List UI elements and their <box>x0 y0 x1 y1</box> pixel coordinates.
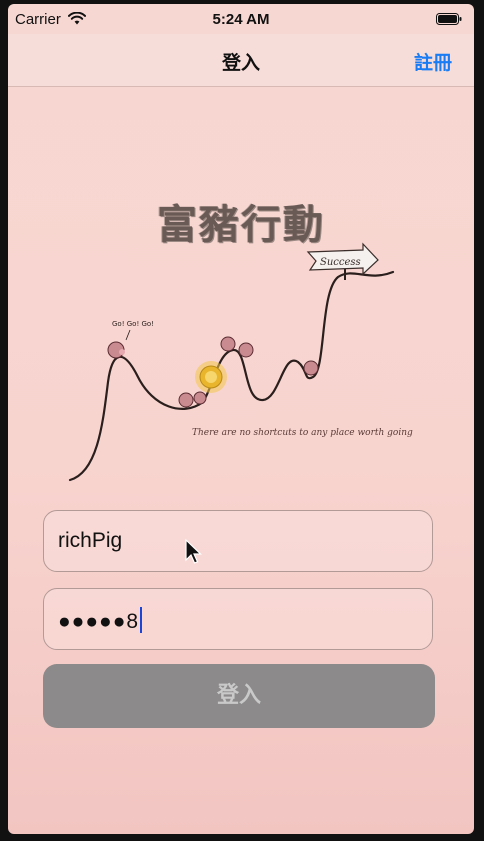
battery-icon <box>436 13 462 25</box>
pig-icon <box>178 391 207 408</box>
motto-text: There are no shortcuts to any place wort… <box>192 428 413 438</box>
username-field[interactable]: richPig <box>43 510 433 572</box>
username-value: richPig <box>58 529 123 552</box>
password-value-wrapper: ●●●●●8 <box>58 607 143 634</box>
status-bar: Carrier 5:24 AM <box>8 4 474 34</box>
app-screen: Carrier 5:24 AM 登入 註冊 富豬行動 Success Go! G… <box>8 4 474 834</box>
gold-coin-icon <box>195 361 227 393</box>
password-field[interactable]: ●●●●●8 <box>43 588 433 650</box>
mouse-cursor-icon <box>185 538 202 564</box>
navigation-bar: 登入 註冊 <box>8 34 474 87</box>
pig-icon <box>107 341 125 359</box>
speech-text: Go! Go! Go! <box>112 320 154 328</box>
pig-icon <box>303 360 319 376</box>
status-time: 5:24 AM <box>212 11 270 28</box>
device-frame: Carrier 5:24 AM 登入 註冊 富豬行動 Success Go! G… <box>0 0 484 841</box>
nav-title: 登入 <box>221 52 260 74</box>
login-button[interactable]: 登入 <box>43 664 435 728</box>
sign-text: Success <box>320 257 361 268</box>
password-value: ●●●●●8 <box>58 610 140 633</box>
text-caret <box>140 607 143 633</box>
rich-pig-illustration: Success Go! Go! Go! <box>68 242 395 482</box>
register-button[interactable]: 註冊 <box>414 48 452 75</box>
